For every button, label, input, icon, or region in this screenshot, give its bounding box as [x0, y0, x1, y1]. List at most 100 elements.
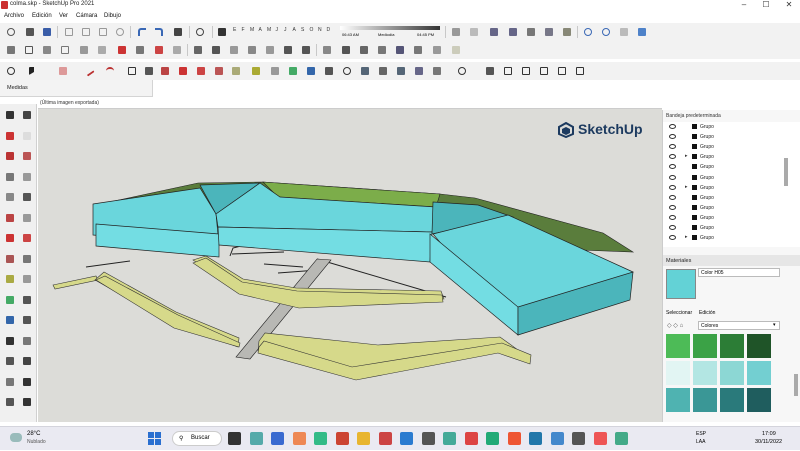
taskbar-app-icon[interactable] — [228, 432, 241, 445]
text-tool-icon[interactable] — [268, 64, 282, 78]
wireframe-icon[interactable] — [339, 43, 353, 57]
taskbar-app-icon[interactable] — [335, 432, 349, 445]
shadow-months[interactable]: EFMAMJJASOND — [233, 26, 343, 36]
left-tool-icon[interactable] — [20, 252, 34, 266]
outliner-row[interactable]: Grupo — [663, 203, 783, 213]
style-icon[interactable] — [449, 43, 463, 57]
taskbar-app-icon[interactable] — [443, 432, 456, 445]
expand-arrow-icon[interactable]: ▸ — [685, 184, 688, 190]
xray-icon[interactable] — [320, 43, 334, 57]
shadow-time-slider[interactable] — [340, 26, 440, 30]
left-tool-icon[interactable] — [20, 334, 34, 348]
search-icon[interactable] — [4, 64, 18, 78]
move-icon[interactable] — [115, 43, 129, 57]
taskbar-app-icon[interactable] — [615, 432, 628, 445]
eye-icon[interactable] — [669, 134, 676, 140]
warehouse-icon[interactable] — [376, 64, 390, 78]
style-builder-icon[interactable] — [430, 64, 444, 78]
arc-tool-icon[interactable] — [103, 64, 117, 78]
tape-measure-icon[interactable] — [249, 64, 263, 78]
import-icon[interactable] — [4, 43, 18, 57]
search-box[interactable]: ⚲ Buscar — [172, 431, 222, 446]
minimize-button[interactable]: – — [738, 0, 750, 10]
left-tool-icon[interactable] — [20, 272, 34, 286]
outliner-row[interactable]: ▸ Grupo — [663, 233, 783, 243]
taskbar-app-icon[interactable] — [593, 432, 607, 445]
look-around-icon[interactable] — [506, 25, 520, 39]
extension-icon[interactable] — [394, 64, 408, 78]
outliner-row[interactable]: Grupo — [663, 162, 783, 172]
left-tool-icon[interactable] — [3, 272, 17, 286]
shadow-month-letter[interactable]: A — [293, 27, 296, 33]
outliner-row[interactable]: Grupo — [663, 223, 783, 233]
eye-icon[interactable] — [669, 235, 676, 241]
house-icon-1[interactable] — [501, 64, 515, 78]
check-icon[interactable] — [22, 43, 36, 57]
left-tool-icon[interactable] — [20, 313, 34, 327]
outliner-row[interactable]: Grupo — [663, 132, 783, 142]
material-swatch[interactable] — [666, 334, 690, 358]
user-icon[interactable] — [455, 64, 469, 78]
pan-icon[interactable] — [322, 64, 336, 78]
top-view-icon[interactable] — [209, 43, 223, 57]
taskbar-app-icon[interactable] — [314, 432, 327, 445]
shadow-month-letter[interactable]: M — [267, 27, 271, 33]
taskbar-app-icon[interactable] — [572, 432, 585, 445]
eye-icon[interactable] — [669, 124, 676, 129]
orbit-icon[interactable] — [304, 64, 318, 78]
left-tool-icon[interactable] — [3, 334, 17, 348]
select-tool-icon[interactable] — [26, 64, 40, 78]
shadow-month-letter[interactable]: J — [276, 27, 279, 33]
tab-edicion[interactable]: Edición — [699, 310, 715, 316]
left-tool-icon[interactable] — [3, 252, 17, 266]
push-pull-icon[interactable] — [133, 43, 147, 57]
fog-icon[interactable] — [467, 25, 481, 39]
left-tool-icon[interactable] — [3, 170, 17, 184]
scale-tool-icon[interactable] — [212, 64, 226, 78]
menu-dibujo[interactable]: Dibujo — [104, 13, 121, 19]
layout-icon[interactable] — [412, 64, 426, 78]
left-tool-icon[interactable] — [20, 354, 34, 368]
material-swatch[interactable] — [693, 361, 717, 385]
menu-ver[interactable]: Ver — [59, 13, 68, 19]
left-tool-icon[interactable] — [20, 231, 34, 245]
outliner-row[interactable]: Grupo — [663, 193, 783, 203]
left-tool-icon[interactable] — [20, 190, 34, 204]
left-tool-icon[interactable] — [20, 293, 34, 307]
undo-icon[interactable] — [135, 25, 149, 39]
left-tool-icon[interactable] — [3, 354, 17, 368]
shadow-month-letter[interactable]: M — [250, 27, 254, 33]
redo-icon[interactable] — [152, 25, 166, 39]
left-tool-icon[interactable] — [3, 149, 17, 163]
left-tool-icon[interactable] — [3, 190, 17, 204]
taskbar-app-icon[interactable] — [400, 432, 413, 445]
open-icon[interactable] — [23, 25, 37, 39]
material-swatch[interactable] — [693, 334, 717, 358]
move-tool-icon[interactable] — [176, 64, 190, 78]
left-tool-icon[interactable] — [20, 129, 34, 143]
swatch-scrollbar[interactable] — [794, 374, 798, 396]
eye-icon[interactable] — [669, 204, 676, 210]
left-tool-icon[interactable] — [3, 395, 17, 409]
push-pull-tool-icon[interactable] — [158, 64, 172, 78]
outliner-scrollbar[interactable] — [784, 158, 788, 186]
left-tool-icon[interactable] — [20, 108, 34, 122]
model-info-icon[interactable] — [193, 25, 207, 39]
start-button[interactable] — [148, 432, 162, 446]
eye-icon[interactable] — [669, 174, 676, 180]
taskbar-app-icon[interactable] — [464, 432, 478, 445]
taskbar-app-icon[interactable] — [507, 432, 521, 445]
zoom-extents-icon[interactable] — [358, 64, 372, 78]
outliner-row[interactable]: ▸ Grupo — [663, 183, 783, 193]
solid-split-icon[interactable] — [635, 25, 649, 39]
shadow-month-letter[interactable]: J — [284, 27, 287, 33]
model-viewport[interactable]: SketchUp — [38, 97, 662, 422]
rectangle-tool-icon[interactable] — [125, 64, 139, 78]
left-tool-icon[interactable] — [3, 108, 17, 122]
current-material-swatch[interactable] — [666, 269, 696, 299]
shape-dropdown-icon[interactable] — [142, 64, 156, 78]
clock-time[interactable]: 17:09 — [762, 431, 776, 437]
eye-icon[interactable] — [669, 225, 676, 230]
offset-icon[interactable] — [170, 43, 184, 57]
section-plane-icon[interactable] — [542, 25, 556, 39]
